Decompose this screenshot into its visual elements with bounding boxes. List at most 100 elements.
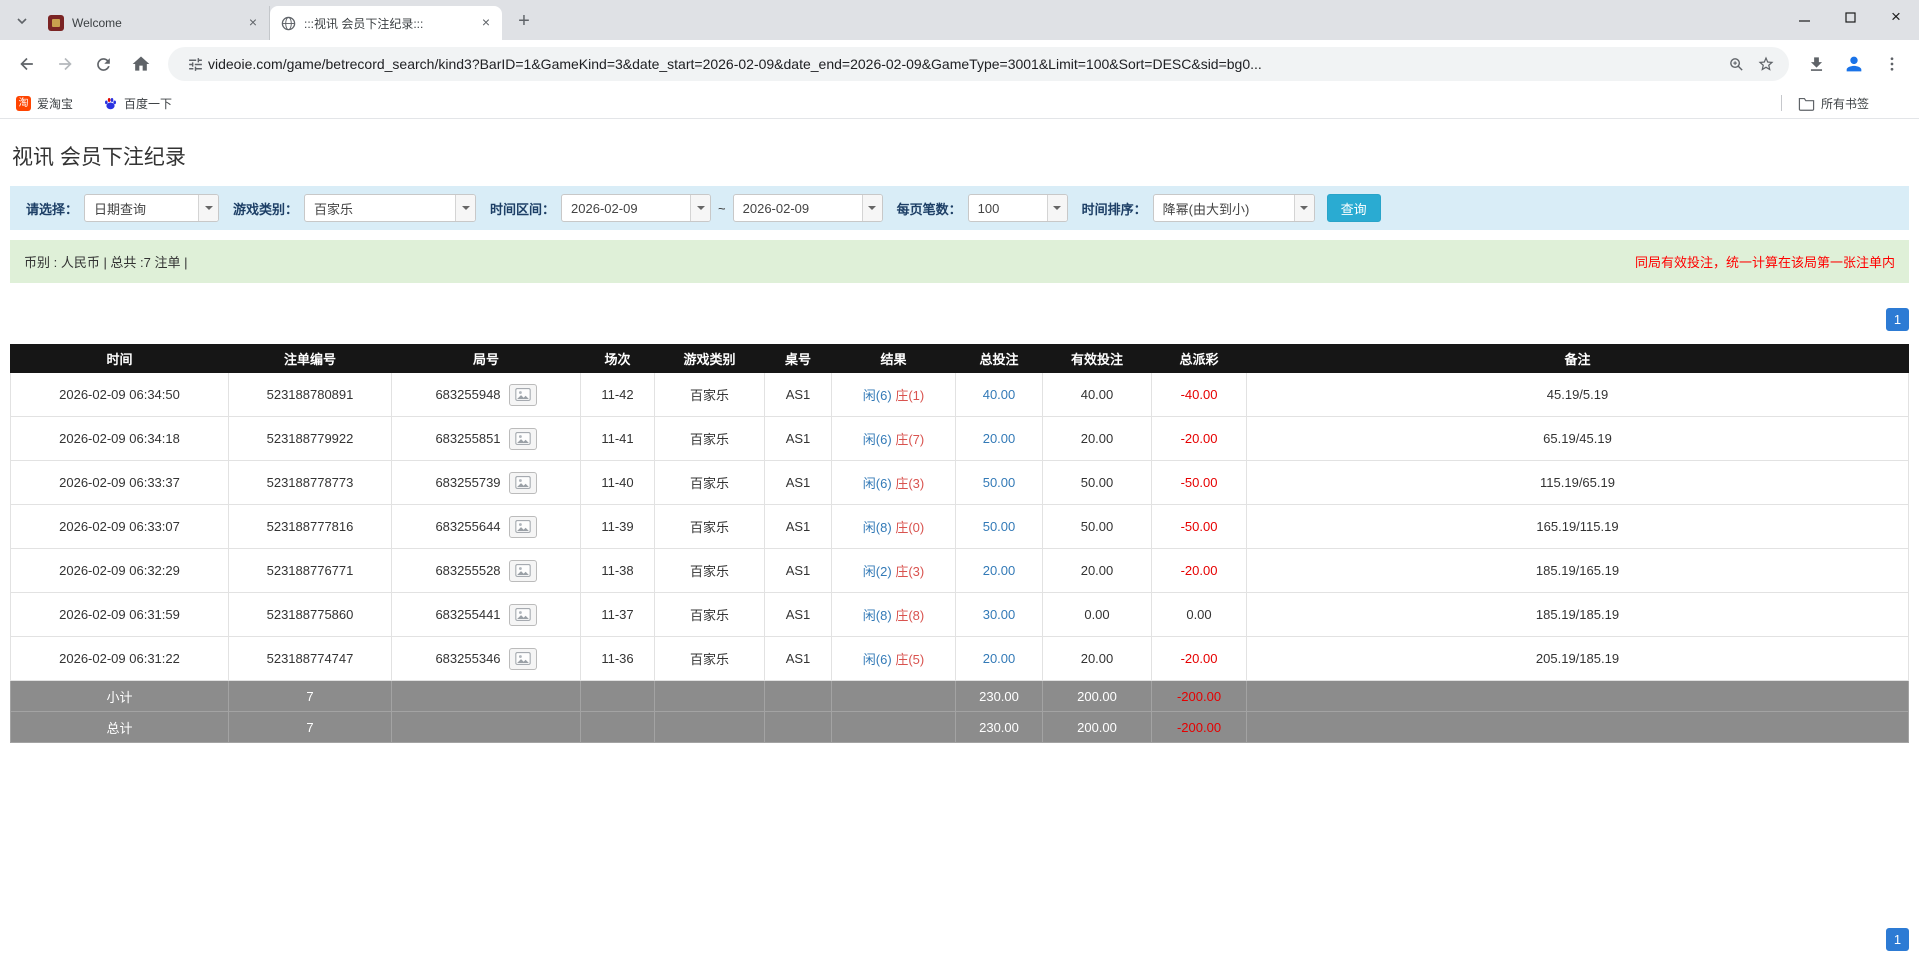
chevron-down-icon[interactable] xyxy=(1046,195,1067,221)
round-result-image-button[interactable] xyxy=(508,647,537,670)
round-id-text: 683255528 xyxy=(435,563,501,578)
result-banker: 庄(7) xyxy=(895,432,925,447)
betrecord-favicon-icon xyxy=(280,15,296,31)
cell-game-kind: 百家乐 xyxy=(654,548,765,593)
total-bet-link[interactable]: 20.00 xyxy=(983,563,1016,578)
bookmark-aitaobao[interactable]: 淘 爱淘宝 xyxy=(12,91,77,115)
site-settings-tune-icon[interactable] xyxy=(182,51,208,77)
chevron-down-icon[interactable] xyxy=(1293,195,1314,221)
total-bet-link[interactable]: 40.00 xyxy=(983,387,1016,402)
search-button[interactable]: 查询 xyxy=(1326,194,1381,222)
image-icon xyxy=(514,652,531,665)
subtotal-row: 小计 7 230.00 200.00 -200.00 xyxy=(10,680,1909,712)
profile-avatar-icon[interactable] xyxy=(1837,47,1871,81)
address-bar[interactable]: videoie.com/game/betrecord_search/kind3?… xyxy=(168,47,1789,81)
currency-total-text: 币别 : 人民币 | 总共 :7 注单 | xyxy=(24,255,188,270)
table-row: 2026-02-09 06:33:37 523188778773 6832557… xyxy=(10,460,1909,505)
zoom-icon[interactable] xyxy=(1723,51,1749,77)
cell-game-kind: 百家乐 xyxy=(654,416,765,461)
url-text[interactable]: videoie.com/game/betrecord_search/kind3?… xyxy=(208,56,1719,72)
cell-time: 2026-02-09 06:33:07 xyxy=(10,504,229,549)
round-result-image-button[interactable] xyxy=(508,559,537,582)
new-tab-button[interactable]: + xyxy=(510,7,538,35)
round-result-image-button[interactable] xyxy=(508,427,537,450)
bookmark-star-icon[interactable] xyxy=(1753,51,1779,77)
cell-valid-bet: 40.00 xyxy=(1042,372,1152,417)
page-title: 视讯 会员下注纪录 xyxy=(12,146,186,169)
maximize-button[interactable] xyxy=(1827,0,1873,34)
cell-total-bet: 20.00 xyxy=(955,548,1043,593)
cell-table-no: AS1 xyxy=(764,504,832,549)
query-type-select[interactable]: 日期查询 xyxy=(84,194,220,222)
per-page-select[interactable]: 100 xyxy=(967,194,1068,222)
sort-select[interactable]: 降幂(由大到小) xyxy=(1152,194,1315,222)
cell-result: 闲(6) 庄(1) xyxy=(831,372,956,417)
cell-valid-bet: 50.00 xyxy=(1042,460,1152,505)
all-bookmarks-button[interactable]: 所有书签 xyxy=(1794,91,1873,115)
game-kind-select[interactable]: 百家乐 xyxy=(304,194,477,222)
home-icon[interactable] xyxy=(124,47,158,81)
game-kind-label: 游戏类别： xyxy=(233,201,299,217)
cell-game-kind: 百家乐 xyxy=(654,460,765,505)
chevron-down-icon[interactable] xyxy=(690,195,711,221)
cell-note: 185.19/185.19 xyxy=(1246,592,1909,637)
navigation-bar: videoie.com/game/betrecord_search/kind3?… xyxy=(0,40,1919,88)
cell-valid-bet: 50.00 xyxy=(1042,504,1152,549)
cell-result: 闲(8) 庄(0) xyxy=(831,504,956,549)
bookmark-baidu[interactable]: 百度一下 xyxy=(99,91,176,115)
cell-payout: -20.00 xyxy=(1151,548,1247,593)
round-result-image-button[interactable] xyxy=(508,471,537,494)
cell-note: 165.19/115.19 xyxy=(1246,504,1909,549)
image-icon xyxy=(514,520,531,533)
close-button[interactable]: × xyxy=(1873,0,1919,34)
cell-session: 11-36 xyxy=(580,636,655,681)
tab-close-icon[interactable]: × xyxy=(245,15,261,31)
chevron-down-icon[interactable] xyxy=(861,195,882,221)
downloads-icon[interactable] xyxy=(1799,47,1833,81)
table-row: 2026-02-09 06:34:18 523188779922 6832558… xyxy=(10,416,1909,461)
date-end-select[interactable]: 2026-02-09 xyxy=(732,194,883,222)
cell-note: 45.19/5.19 xyxy=(1246,372,1909,417)
chevron-down-icon[interactable] xyxy=(198,195,219,221)
round-result-image-button[interactable] xyxy=(508,515,537,538)
cell-session: 11-37 xyxy=(580,592,655,637)
tab-bar: Welcome × :::视讯 会员下注纪录::: × + × xyxy=(0,0,1919,40)
cell-table-no: AS1 xyxy=(764,548,832,593)
cell-result: 闲(8) 庄(8) xyxy=(831,592,956,637)
tab-betrecord[interactable]: :::视讯 会员下注纪录::: × xyxy=(270,6,502,40)
table-header-row: 时间 注单编号 局号 场次 游戏类别 桌号 结果 总投注 有效投注 总派彩 备注 xyxy=(10,344,1909,373)
chevron-down-icon[interactable] xyxy=(455,195,476,221)
date-start-select[interactable]: 2026-02-09 xyxy=(561,194,712,222)
total-bet-link[interactable]: 20.00 xyxy=(983,431,1016,446)
round-result-image-button[interactable] xyxy=(508,383,537,406)
refresh-icon[interactable] xyxy=(86,47,120,81)
date-start-value: 2026-02-09 xyxy=(571,200,638,216)
total-bet-link[interactable]: 50.00 xyxy=(983,519,1016,534)
page-1-button[interactable]: 1 xyxy=(1886,308,1909,331)
round-result-image-button[interactable] xyxy=(508,603,537,626)
round-id-text: 683255644 xyxy=(435,519,501,534)
total-bet-link[interactable]: 20.00 xyxy=(983,651,1016,666)
valid-bet-notice: 同局有效投注，统一计算在该局第一张注单内 xyxy=(1634,255,1895,270)
pagination-top: 1 xyxy=(10,308,1909,331)
cell-table-no: AS1 xyxy=(764,460,832,505)
query-type-value: 日期查询 xyxy=(94,201,147,217)
cell-payout: -20.00 xyxy=(1151,416,1247,461)
cell-round-id: 683255644 xyxy=(391,504,581,549)
minimize-button[interactable] xyxy=(1781,0,1827,34)
tab-close-icon[interactable]: × xyxy=(478,15,494,31)
round-id-text: 683255346 xyxy=(435,651,501,666)
menu-kebab-icon[interactable] xyxy=(1875,47,1909,81)
select-type-label: 请选择： xyxy=(26,201,79,217)
tab-search-chevron-icon[interactable] xyxy=(8,7,36,35)
page-1-button[interactable]: 1 xyxy=(1886,928,1909,951)
total-bet-link[interactable]: 30.00 xyxy=(983,607,1016,622)
cell-payout: -50.00 xyxy=(1151,460,1247,505)
forward-icon[interactable] xyxy=(48,47,82,81)
cell-total-bet: 50.00 xyxy=(955,504,1043,549)
column-header: 总投注 xyxy=(955,344,1043,373)
cell-payout: -40.00 xyxy=(1151,372,1247,417)
tab-welcome[interactable]: Welcome × xyxy=(38,6,270,40)
total-bet-link[interactable]: 50.00 xyxy=(983,475,1016,490)
back-icon[interactable] xyxy=(10,47,44,81)
